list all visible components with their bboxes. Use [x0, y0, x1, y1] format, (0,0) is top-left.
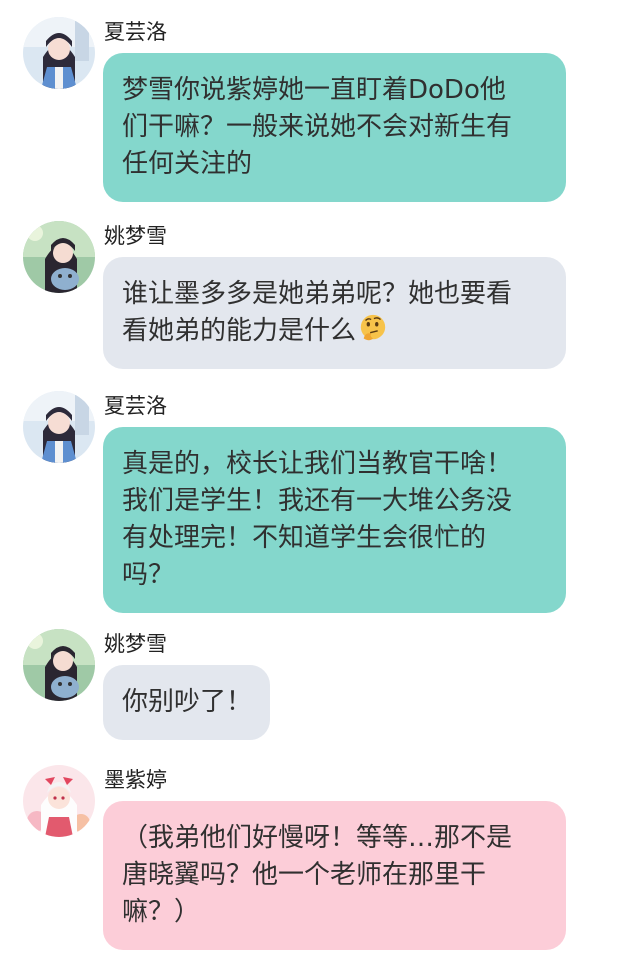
- message-bubble[interactable]: 你别吵了！: [103, 665, 271, 740]
- message-text-line: 嘛？）: [122, 897, 201, 927]
- message-text-line: 看她弟的能力是什么: [122, 313, 548, 350]
- message-bubble[interactable]: 真是的，校长让我们当教官干啥！ 我们是学生！我还有一大堆公务没 有处理完！不知道…: [103, 427, 566, 613]
- message-text-line: （我弟他们好慢呀！等等…那不是: [122, 823, 513, 853]
- avatar-mo-ziting-icon[interactable]: [23, 765, 95, 837]
- message-text-line: 有处理完！不知道学生会很忙的: [122, 523, 487, 553]
- message-text-line: 唐晓翼吗？他一个老师在那里干: [122, 860, 487, 890]
- avatar-xia-yunluo-icon[interactable]: [23, 17, 95, 89]
- message-text-line: 我们是学生！我还有一大堆公务没: [122, 486, 513, 516]
- thinking-face-icon: [360, 314, 386, 341]
- message-text-line: 们干嘛？一般来说她不会对新生有: [122, 112, 513, 142]
- avatar-xia-yunluo-icon[interactable]: [23, 391, 95, 463]
- message-text-line: 谁让墨多多是她弟弟呢？她也要看: [122, 279, 513, 309]
- message-bubble[interactable]: 梦雪你说紫婷她一直盯着DoDo他 们干嘛？一般来说她不会对新生有 任何关注的: [103, 53, 566, 202]
- sender-name: 夏芸洛: [104, 394, 167, 418]
- message-text-line: 吗？: [122, 560, 175, 590]
- sender-name: 夏芸洛: [104, 20, 167, 44]
- sender-name: 姚梦雪: [104, 632, 167, 656]
- message-bubble[interactable]: （我弟他们好慢呀！等等…那不是 唐晓翼吗？他一个老师在那里干 嘛？）: [103, 801, 566, 950]
- message-bubble[interactable]: 谁让墨多多是她弟弟呢？她也要看 看她弟的能力是什么: [103, 257, 566, 369]
- avatar-yao-mengxue-icon[interactable]: [23, 221, 95, 293]
- message-text-line: 梦雪你说紫婷她一直盯着DoDo他: [122, 75, 506, 105]
- message-text-line: 任何关注的: [122, 149, 253, 179]
- sender-name: 墨紫婷: [104, 768, 167, 792]
- message-text-line: 你别吵了！: [122, 687, 253, 717]
- message-text-line: 真是的，校长让我们当教官干啥！: [122, 449, 513, 479]
- sender-name: 姚梦雪: [104, 224, 167, 248]
- avatar-yao-mengxue-icon[interactable]: [23, 629, 95, 701]
